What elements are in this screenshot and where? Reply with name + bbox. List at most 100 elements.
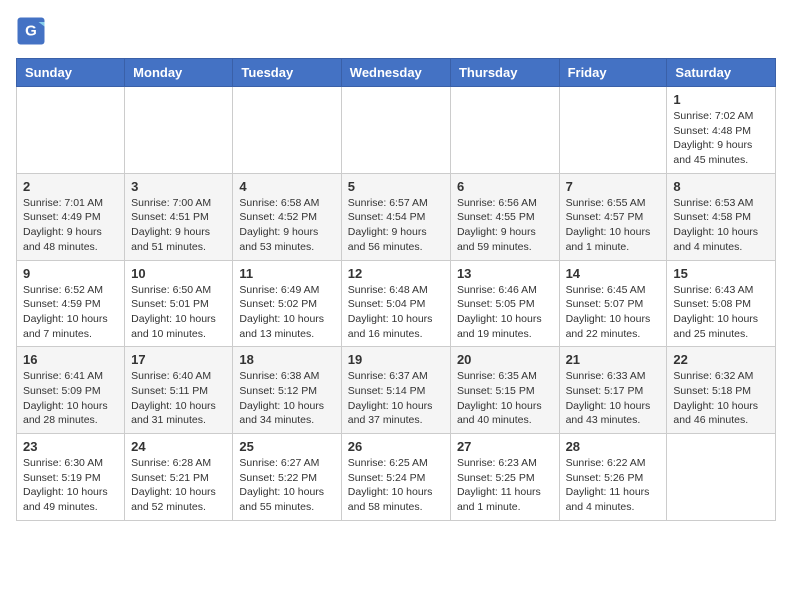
- day-number: 10: [131, 266, 226, 281]
- weekday-header: Tuesday: [233, 59, 341, 87]
- day-number: 7: [566, 179, 661, 194]
- calendar-week-row: 2 Sunrise: 7:01 AM Sunset: 4:49 PM Daylig…: [17, 173, 776, 260]
- calendar-cell: 9 Sunrise: 6:52 AM Sunset: 4:59 PM Daylig…: [17, 260, 125, 347]
- day-info: Sunrise: 6:32 AM Sunset: 5:18 PM Dayligh…: [673, 369, 769, 428]
- day-number: 16: [23, 352, 118, 367]
- weekday-header: Sunday: [17, 59, 125, 87]
- calendar-cell: 19 Sunrise: 6:37 AM Sunset: 5:14 PM Dayli…: [341, 347, 450, 434]
- day-number: 27: [457, 439, 553, 454]
- day-info: Sunrise: 6:52 AM Sunset: 4:59 PM Dayligh…: [23, 283, 118, 342]
- calendar-table: SundayMondayTuesdayWednesdayThursdayFrid…: [16, 58, 776, 521]
- calendar-cell: 26 Sunrise: 6:25 AM Sunset: 5:24 PM Dayli…: [341, 434, 450, 521]
- day-number: 17: [131, 352, 226, 367]
- day-number: 1: [673, 92, 769, 107]
- calendar-cell: 28 Sunrise: 6:22 AM Sunset: 5:26 PM Dayli…: [559, 434, 667, 521]
- calendar-cell: 10 Sunrise: 6:50 AM Sunset: 5:01 PM Dayli…: [125, 260, 233, 347]
- calendar-cell: 20 Sunrise: 6:35 AM Sunset: 5:15 PM Dayli…: [450, 347, 559, 434]
- day-info: Sunrise: 6:53 AM Sunset: 4:58 PM Dayligh…: [673, 196, 769, 255]
- day-info: Sunrise: 6:22 AM Sunset: 5:26 PM Dayligh…: [566, 456, 661, 515]
- day-info: Sunrise: 6:48 AM Sunset: 5:04 PM Dayligh…: [348, 283, 444, 342]
- day-info: Sunrise: 6:28 AM Sunset: 5:21 PM Dayligh…: [131, 456, 226, 515]
- calendar-cell: 13 Sunrise: 6:46 AM Sunset: 5:05 PM Dayli…: [450, 260, 559, 347]
- day-number: 26: [348, 439, 444, 454]
- day-number: 13: [457, 266, 553, 281]
- day-number: 18: [239, 352, 334, 367]
- day-info: Sunrise: 6:38 AM Sunset: 5:12 PM Dayligh…: [239, 369, 334, 428]
- logo-icon: G: [16, 16, 46, 46]
- day-info: Sunrise: 6:40 AM Sunset: 5:11 PM Dayligh…: [131, 369, 226, 428]
- calendar-cell: 14 Sunrise: 6:45 AM Sunset: 5:07 PM Dayli…: [559, 260, 667, 347]
- day-info: Sunrise: 6:23 AM Sunset: 5:25 PM Dayligh…: [457, 456, 553, 515]
- day-info: Sunrise: 7:02 AM Sunset: 4:48 PM Dayligh…: [673, 109, 769, 168]
- day-info: Sunrise: 6:58 AM Sunset: 4:52 PM Dayligh…: [239, 196, 334, 255]
- calendar-cell: [17, 87, 125, 174]
- calendar-cell: 3 Sunrise: 7:00 AM Sunset: 4:51 PM Daylig…: [125, 173, 233, 260]
- day-info: Sunrise: 6:45 AM Sunset: 5:07 PM Dayligh…: [566, 283, 661, 342]
- day-number: 3: [131, 179, 226, 194]
- weekday-header: Saturday: [667, 59, 776, 87]
- day-number: 25: [239, 439, 334, 454]
- day-number: 21: [566, 352, 661, 367]
- calendar-week-row: 1 Sunrise: 7:02 AM Sunset: 4:48 PM Daylig…: [17, 87, 776, 174]
- calendar-cell: 25 Sunrise: 6:27 AM Sunset: 5:22 PM Dayli…: [233, 434, 341, 521]
- day-number: 6: [457, 179, 553, 194]
- day-number: 15: [673, 266, 769, 281]
- calendar-cell: 17 Sunrise: 6:40 AM Sunset: 5:11 PM Dayli…: [125, 347, 233, 434]
- calendar-cell: 15 Sunrise: 6:43 AM Sunset: 5:08 PM Dayli…: [667, 260, 776, 347]
- day-number: 5: [348, 179, 444, 194]
- logo: G: [16, 16, 50, 46]
- day-number: 2: [23, 179, 118, 194]
- day-number: 12: [348, 266, 444, 281]
- calendar-week-row: 9 Sunrise: 6:52 AM Sunset: 4:59 PM Daylig…: [17, 260, 776, 347]
- day-number: 19: [348, 352, 444, 367]
- day-info: Sunrise: 6:43 AM Sunset: 5:08 PM Dayligh…: [673, 283, 769, 342]
- calendar-cell: 8Sunrise: 6:53 AM Sunset: 4:58 PM Daylig…: [667, 173, 776, 260]
- day-info: Sunrise: 6:46 AM Sunset: 5:05 PM Dayligh…: [457, 283, 553, 342]
- calendar-cell: 23Sunrise: 6:30 AM Sunset: 5:19 PM Dayli…: [17, 434, 125, 521]
- day-info: Sunrise: 6:27 AM Sunset: 5:22 PM Dayligh…: [239, 456, 334, 515]
- day-info: Sunrise: 6:55 AM Sunset: 4:57 PM Dayligh…: [566, 196, 661, 255]
- day-info: Sunrise: 6:41 AM Sunset: 5:09 PM Dayligh…: [23, 369, 118, 428]
- day-info: Sunrise: 7:01 AM Sunset: 4:49 PM Dayligh…: [23, 196, 118, 255]
- day-number: 14: [566, 266, 661, 281]
- calendar-cell: [125, 87, 233, 174]
- calendar-cell: [450, 87, 559, 174]
- day-info: Sunrise: 6:33 AM Sunset: 5:17 PM Dayligh…: [566, 369, 661, 428]
- calendar-cell: [341, 87, 450, 174]
- day-info: Sunrise: 6:56 AM Sunset: 4:55 PM Dayligh…: [457, 196, 553, 255]
- day-info: Sunrise: 6:25 AM Sunset: 5:24 PM Dayligh…: [348, 456, 444, 515]
- day-number: 23: [23, 439, 118, 454]
- calendar-cell: 4 Sunrise: 6:58 AM Sunset: 4:52 PM Daylig…: [233, 173, 341, 260]
- calendar-week-row: 16 Sunrise: 6:41 AM Sunset: 5:09 PM Dayli…: [17, 347, 776, 434]
- day-number: 4: [239, 179, 334, 194]
- calendar-cell: 2 Sunrise: 7:01 AM Sunset: 4:49 PM Daylig…: [17, 173, 125, 260]
- calendar-cell: [233, 87, 341, 174]
- svg-text:G: G: [25, 23, 37, 40]
- calendar-cell: 27 Sunrise: 6:23 AM Sunset: 5:25 PM Dayli…: [450, 434, 559, 521]
- day-number: 11: [239, 266, 334, 281]
- day-number: 20: [457, 352, 553, 367]
- day-number: 24: [131, 439, 226, 454]
- day-number: 22: [673, 352, 769, 367]
- day-info: Sunrise: 6:49 AM Sunset: 5:02 PM Dayligh…: [239, 283, 334, 342]
- day-number: 28: [566, 439, 661, 454]
- weekday-header: Thursday: [450, 59, 559, 87]
- day-info: Sunrise: 7:00 AM Sunset: 4:51 PM Dayligh…: [131, 196, 226, 255]
- calendar-cell: 21 Sunrise: 6:33 AM Sunset: 5:17 PM Dayli…: [559, 347, 667, 434]
- day-info: Sunrise: 6:35 AM Sunset: 5:15 PM Dayligh…: [457, 369, 553, 428]
- weekday-header: Monday: [125, 59, 233, 87]
- calendar-cell: 22 Sunrise: 6:32 AM Sunset: 5:18 PM Dayli…: [667, 347, 776, 434]
- day-info: Sunrise: 6:50 AM Sunset: 5:01 PM Dayligh…: [131, 283, 226, 342]
- day-number: 9: [23, 266, 118, 281]
- calendar-cell: 12 Sunrise: 6:48 AM Sunset: 5:04 PM Dayli…: [341, 260, 450, 347]
- weekday-header: Wednesday: [341, 59, 450, 87]
- calendar-cell: 11 Sunrise: 6:49 AM Sunset: 5:02 PM Dayli…: [233, 260, 341, 347]
- calendar-cell: 24 Sunrise: 6:28 AM Sunset: 5:21 PM Dayli…: [125, 434, 233, 521]
- calendar-cell: 6 Sunrise: 6:56 AM Sunset: 4:55 PM Daylig…: [450, 173, 559, 260]
- weekday-header: Friday: [559, 59, 667, 87]
- calendar-week-row: 23Sunrise: 6:30 AM Sunset: 5:19 PM Dayli…: [17, 434, 776, 521]
- calendar-cell: 16 Sunrise: 6:41 AM Sunset: 5:09 PM Dayli…: [17, 347, 125, 434]
- day-info: Sunrise: 6:57 AM Sunset: 4:54 PM Dayligh…: [348, 196, 444, 255]
- calendar-cell: [667, 434, 776, 521]
- day-info: Sunrise: 6:37 AM Sunset: 5:14 PM Dayligh…: [348, 369, 444, 428]
